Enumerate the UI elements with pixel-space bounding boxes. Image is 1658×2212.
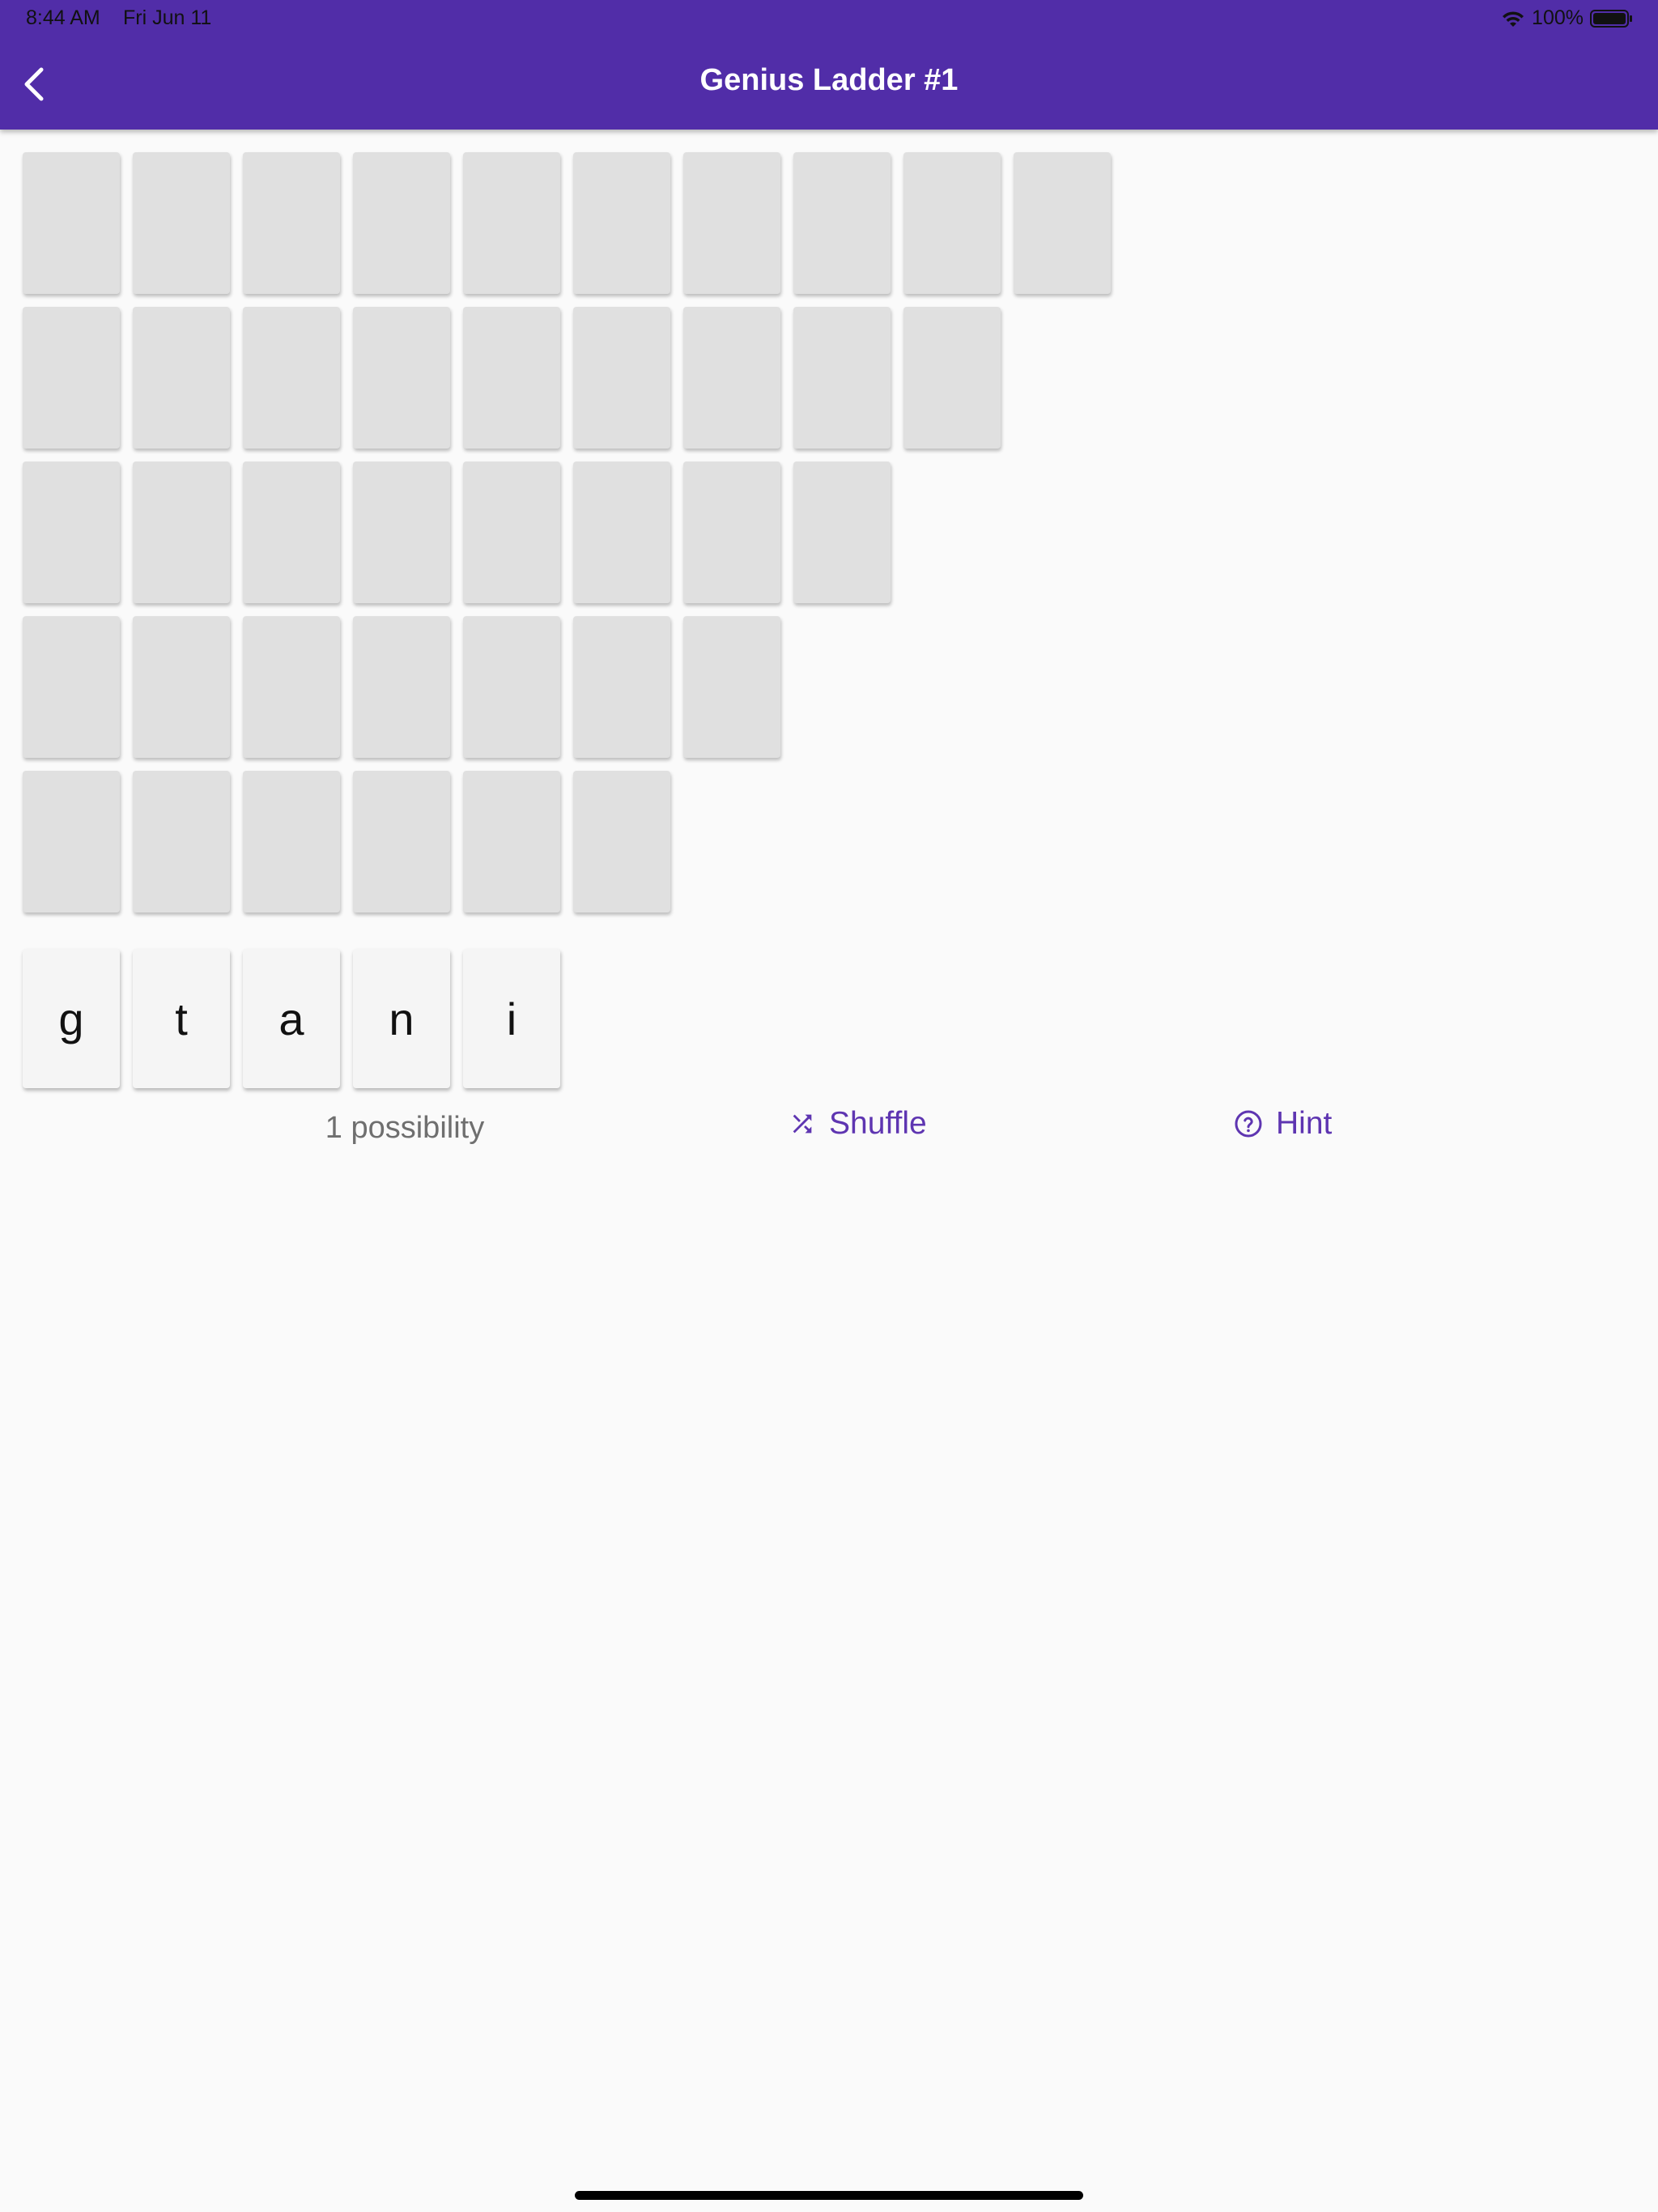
empty-letter-slot[interactable] bbox=[903, 152, 1001, 294]
ladder-row bbox=[23, 616, 1124, 758]
empty-letter-slot[interactable] bbox=[23, 462, 120, 603]
empty-letter-slot[interactable] bbox=[793, 307, 891, 449]
empty-letter-slot[interactable] bbox=[573, 152, 670, 294]
empty-letter-slot[interactable] bbox=[243, 616, 340, 758]
letter-tiles: gtani bbox=[23, 949, 573, 1088]
letter-tile[interactable]: a bbox=[243, 949, 340, 1088]
empty-letter-slot[interactable] bbox=[683, 307, 780, 449]
shuffle-button[interactable]: Shuffle bbox=[789, 1106, 927, 1142]
page-title: Genius Ladder #1 bbox=[699, 63, 959, 97]
status-indicators: 100% bbox=[1501, 6, 1634, 30]
empty-letter-slot[interactable] bbox=[463, 616, 560, 758]
empty-letter-slot[interactable] bbox=[23, 771, 120, 912]
letter-tile[interactable]: n bbox=[353, 949, 450, 1088]
ladder-row bbox=[23, 152, 1124, 294]
empty-letter-slot[interactable] bbox=[133, 152, 230, 294]
empty-letter-slot[interactable] bbox=[793, 152, 891, 294]
letter-tile[interactable]: g bbox=[23, 949, 120, 1088]
empty-letter-slot[interactable] bbox=[353, 616, 450, 758]
empty-letter-slot[interactable] bbox=[573, 307, 670, 449]
empty-letter-slot[interactable] bbox=[1014, 152, 1111, 294]
empty-letter-slot[interactable] bbox=[793, 462, 891, 603]
empty-letter-slot[interactable] bbox=[463, 771, 560, 912]
empty-letter-slot[interactable] bbox=[243, 307, 340, 449]
empty-letter-slot[interactable] bbox=[463, 462, 560, 603]
shuffle-icon bbox=[793, 1114, 812, 1134]
empty-letter-slot[interactable] bbox=[133, 462, 230, 603]
battery-percentage: 100% bbox=[1532, 6, 1584, 29]
battery-icon bbox=[1590, 9, 1632, 28]
app-bar: 8:44 AM Fri Jun 11 100% Genius Ladder #1 bbox=[0, 0, 1658, 130]
empty-letter-slot[interactable] bbox=[353, 152, 450, 294]
hint-label: Hint bbox=[1276, 1106, 1333, 1141]
empty-letter-slot[interactable] bbox=[23, 307, 120, 449]
empty-letter-slot[interactable] bbox=[353, 307, 450, 449]
help-circle-icon bbox=[1235, 1110, 1262, 1138]
empty-letter-slot[interactable] bbox=[23, 616, 120, 758]
empty-letter-slot[interactable] bbox=[23, 152, 120, 294]
empty-letter-slot[interactable] bbox=[683, 616, 780, 758]
empty-letter-slot[interactable] bbox=[903, 307, 1001, 449]
home-indicator bbox=[575, 2191, 1083, 2200]
empty-letter-slot[interactable] bbox=[133, 771, 230, 912]
wifi-icon bbox=[1503, 11, 1524, 27]
ladder-row bbox=[23, 307, 1124, 449]
letter-tile[interactable]: i bbox=[463, 949, 560, 1088]
empty-letter-slot[interactable] bbox=[353, 462, 450, 603]
possibility-count: 1 possibility bbox=[325, 1111, 485, 1145]
word-ladder-grid bbox=[23, 152, 1124, 925]
empty-letter-slot[interactable] bbox=[573, 616, 670, 758]
empty-letter-slot[interactable] bbox=[243, 152, 340, 294]
empty-letter-slot[interactable] bbox=[573, 771, 670, 912]
empty-letter-slot[interactable] bbox=[353, 771, 450, 912]
ladder-row bbox=[23, 771, 1124, 912]
empty-letter-slot[interactable] bbox=[243, 462, 340, 603]
letter-tile[interactable]: t bbox=[133, 949, 230, 1088]
empty-letter-slot[interactable] bbox=[243, 771, 340, 912]
empty-letter-slot[interactable] bbox=[133, 616, 230, 758]
status-date: Fri Jun 11 bbox=[123, 6, 212, 29]
shuffle-label: Shuffle bbox=[829, 1106, 927, 1141]
empty-letter-slot[interactable] bbox=[573, 462, 670, 603]
empty-letter-slot[interactable] bbox=[133, 307, 230, 449]
ladder-row bbox=[23, 462, 1124, 603]
empty-letter-slot[interactable] bbox=[463, 152, 560, 294]
empty-letter-slot[interactable] bbox=[463, 307, 560, 449]
empty-letter-slot[interactable] bbox=[683, 462, 780, 603]
empty-letter-slot[interactable] bbox=[683, 152, 780, 294]
status-time: 8:44 AM bbox=[26, 6, 100, 29]
hint-button[interactable]: Hint bbox=[1234, 1106, 1332, 1142]
